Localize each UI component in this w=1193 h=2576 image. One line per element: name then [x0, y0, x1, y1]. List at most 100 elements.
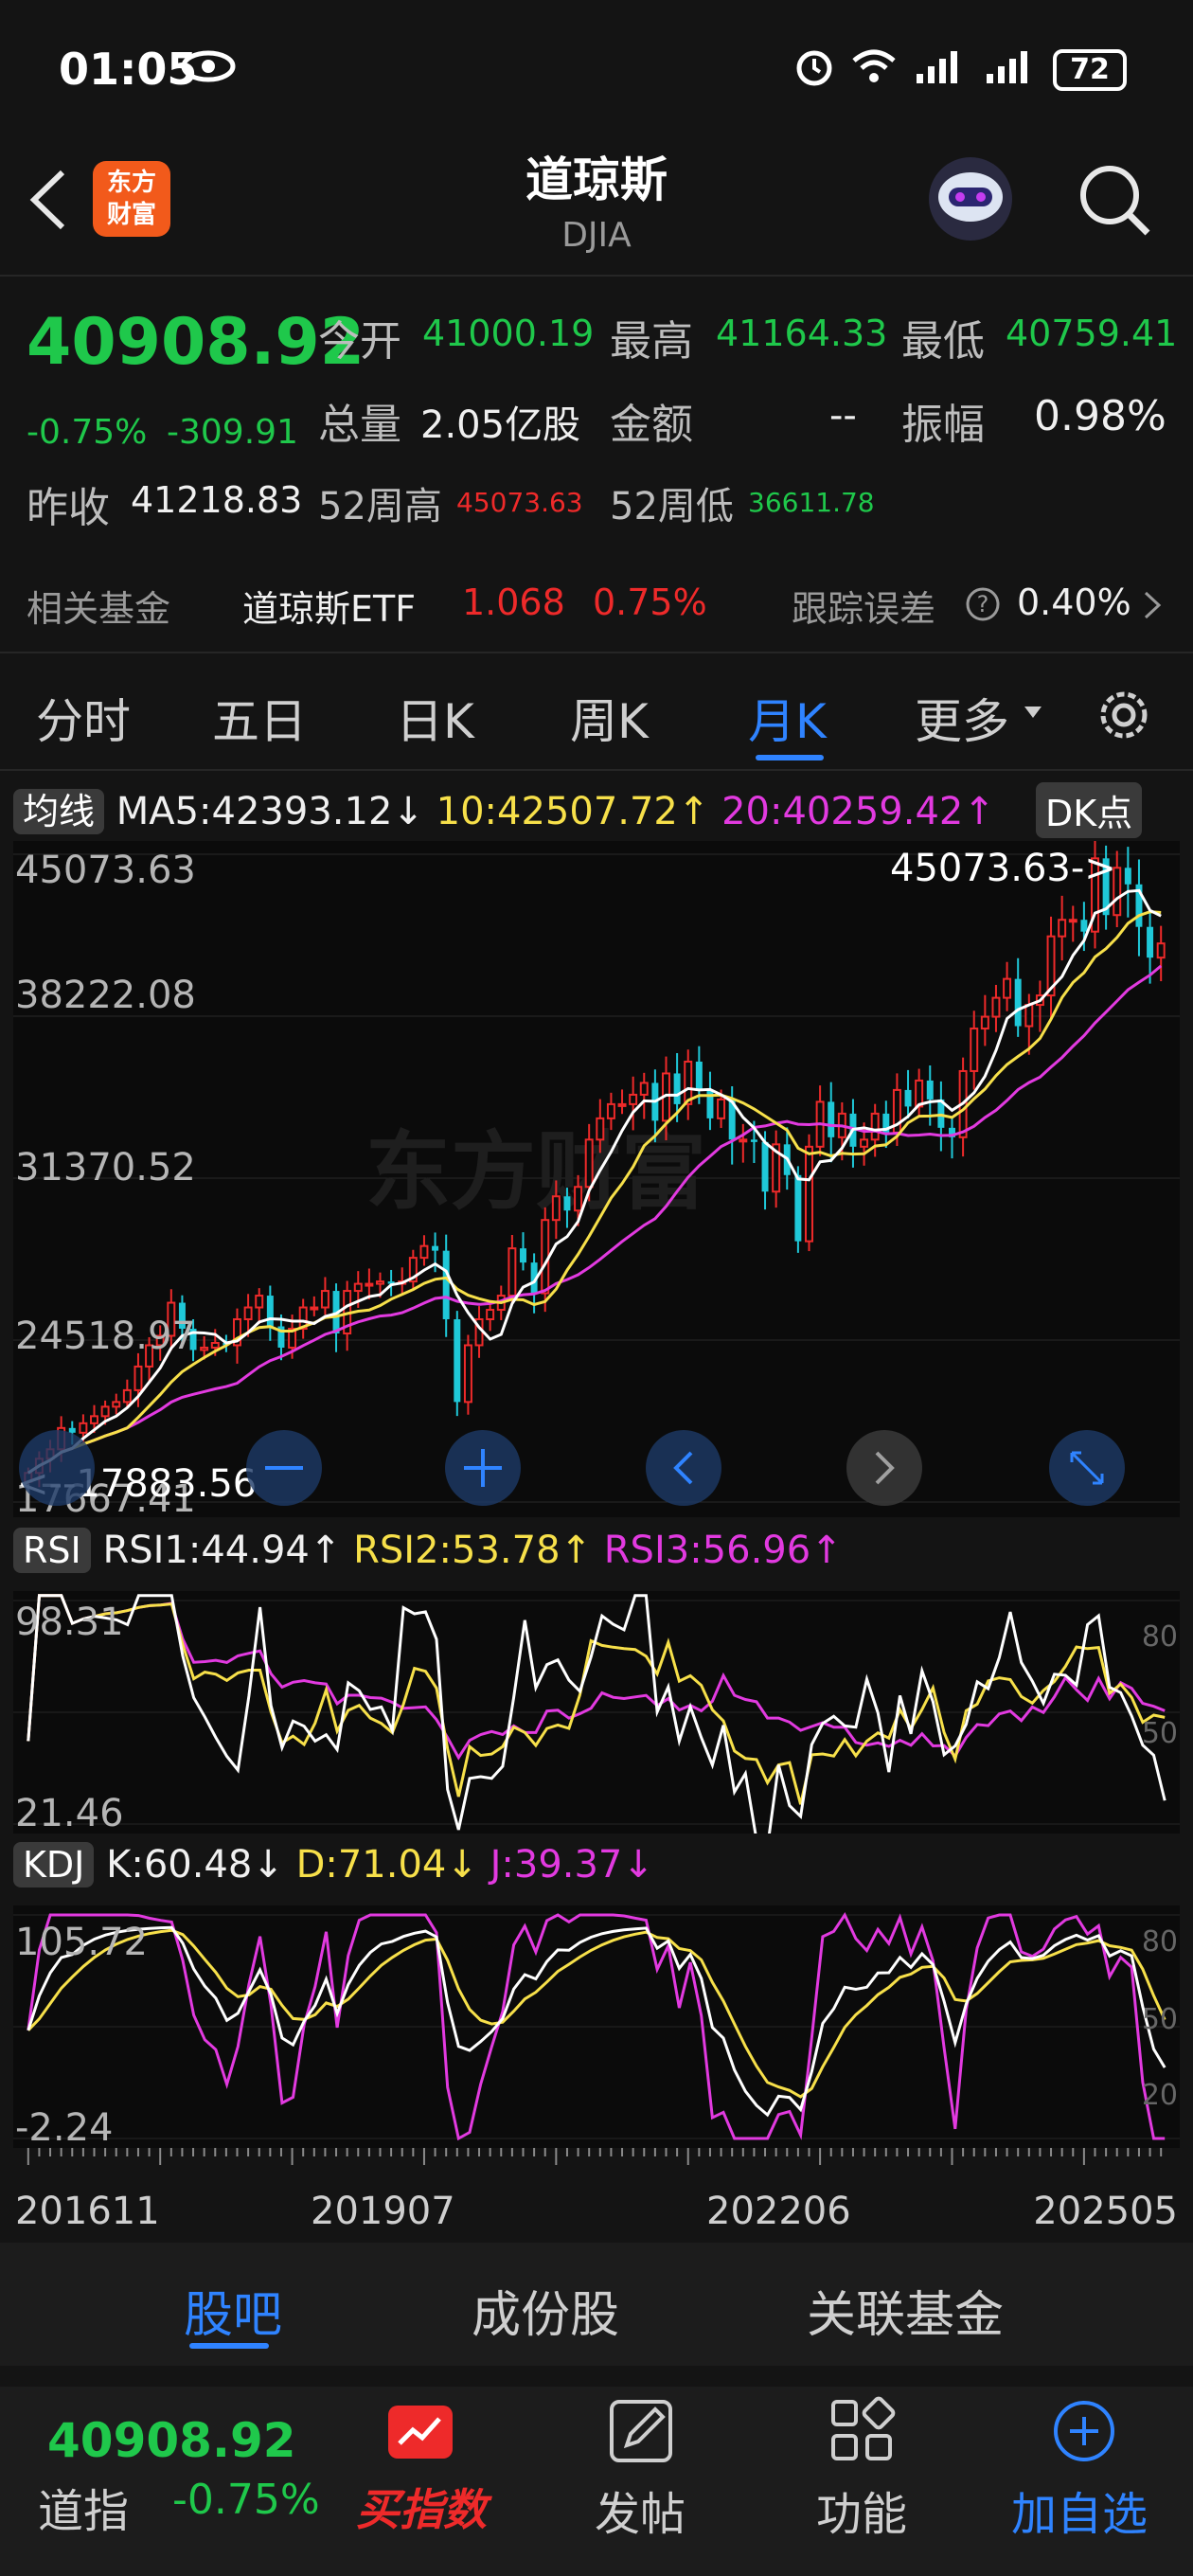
search-icon[interactable]	[1076, 161, 1155, 241]
dk-point-button[interactable]: DK点	[1036, 782, 1143, 838]
battery-indicator: 72	[1053, 49, 1127, 91]
ma-selector[interactable]: 均线	[13, 789, 105, 834]
candle-body	[454, 1319, 461, 1403]
x-label-1: 201611	[15, 2190, 160, 2233]
y-label-3: 31370.52	[15, 1146, 196, 1190]
candle-body	[904, 1089, 912, 1107]
amplitude-label: 振幅	[901, 401, 985, 449]
tab-monthly-k[interactable]: 月K	[748, 684, 827, 752]
candle-body	[860, 1138, 869, 1148]
kdj-legend-row: KDJ K:60.48↓ D:71.04↓ J:39.37↓	[13, 1842, 1187, 1887]
candle-body	[629, 1093, 638, 1105]
candle-body	[365, 1282, 374, 1287]
x-label-3: 202206	[706, 2190, 851, 2233]
kdj-50-label: 50	[1142, 2003, 1178, 2036]
candle-body	[541, 1219, 550, 1295]
active-bottom-tab-indicator	[189, 2343, 269, 2349]
tab-related-funds[interactable]: 关联基金	[807, 2275, 1004, 2346]
kdj-selector[interactable]: KDJ	[13, 1842, 95, 1887]
divider	[0, 769, 1193, 771]
amount-value: --	[829, 394, 857, 438]
footer-index-price[interactable]: 40908.92	[47, 2413, 296, 2468]
eye-icon	[181, 50, 236, 82]
candle-body	[717, 1098, 726, 1119]
kdj-j-value: J:39.37↓	[490, 1843, 654, 1887]
tracking-error-label: 跟踪误差	[792, 588, 936, 630]
fund-price: 1.068	[462, 581, 565, 623]
candle-body	[310, 1306, 319, 1311]
change-percent: -0.75%	[27, 413, 148, 452]
candle-body	[122, 1388, 132, 1404]
rsi-50-label: 50	[1142, 1717, 1178, 1750]
amount-label: 金额	[610, 401, 693, 449]
candle-body	[970, 1028, 979, 1072]
candle-body	[90, 1415, 98, 1424]
functions-grid-icon[interactable]	[828, 2396, 898, 2466]
open-value: 41000.19	[422, 313, 595, 354]
candle-body	[1080, 920, 1088, 932]
rsi-legend-row: RSI RSI1:44.94↑ RSI2:53.78↑ RSI3:56.96↑	[13, 1528, 1187, 1573]
tab-five-day[interactable]: 五日	[212, 684, 307, 752]
candle-body	[1024, 1004, 1034, 1028]
footer-index-name[interactable]: 道指	[38, 2474, 129, 2540]
y-label-max: 45073.63	[15, 849, 196, 892]
tab-weekly-k[interactable]: 周K	[570, 684, 649, 752]
functions-label[interactable]: 功能	[816, 2477, 907, 2543]
rsi-bottom-label: 21.46	[15, 1792, 124, 1834]
week52-low-value: 36611.78	[748, 487, 875, 518]
add-watchlist-label[interactable]: 加自选	[1011, 2477, 1148, 2543]
candle-body	[112, 1401, 121, 1408]
active-tab-indicator	[756, 755, 824, 760]
candle-body	[442, 1250, 450, 1320]
candle-body	[432, 1245, 439, 1251]
volume-label: 总量	[318, 401, 401, 449]
tracking-error-value: 0.40%	[1017, 581, 1131, 623]
scroll-right-icon[interactable]	[846, 1430, 922, 1506]
candle-body	[584, 1138, 594, 1189]
fund-name[interactable]: 道琼斯ETF	[242, 580, 416, 632]
tab-intraday[interactable]: 分时	[36, 684, 131, 752]
help-icon[interactable]: ?	[964, 585, 1002, 623]
buy-index-icon[interactable]	[384, 2402, 456, 2468]
week52-low-label: 52周低	[610, 485, 734, 528]
kdj-chart[interactable]: 105.72 -2.24 80 50 20	[13, 1905, 1180, 2148]
rsi-selector[interactable]: RSI	[13, 1528, 91, 1573]
candle-body	[1147, 926, 1154, 958]
candle-body	[739, 1138, 748, 1143]
add-watchlist-icon[interactable]	[1051, 2398, 1117, 2464]
tab-guba[interactable]: 股吧	[184, 2275, 282, 2346]
max-marker: 45073.63->	[890, 847, 1116, 890]
wifi-icon	[852, 49, 896, 82]
buy-index-label[interactable]: 买指数	[356, 2476, 487, 2538]
tab-constituents[interactable]: 成份股	[472, 2275, 619, 2346]
candle-body	[353, 1282, 363, 1293]
candlestick-chart[interactable]: 东方财富 45073.63 38222.08 31370.52 24518.97…	[13, 841, 1180, 1517]
rsi-chart[interactable]: 98.31 21.46 80 50	[13, 1591, 1180, 1834]
candle-body	[606, 1102, 615, 1119]
candle-body	[200, 1346, 209, 1351]
candle-body	[750, 1139, 757, 1142]
post-label[interactable]: 发帖	[595, 2477, 686, 2543]
y-label-2: 38222.08	[15, 974, 196, 1017]
candle-body	[486, 1309, 495, 1321]
candle-body	[828, 1101, 835, 1137]
settings-gear-icon[interactable]	[1091, 682, 1157, 748]
scroll-left-icon[interactable]	[646, 1430, 721, 1506]
x-label-2: 201907	[311, 2190, 455, 2233]
volume-value: 2.05亿股	[420, 403, 581, 447]
tab-daily-k[interactable]: 日K	[396, 684, 474, 752]
candle-body	[266, 1296, 274, 1327]
candle-body	[1156, 942, 1166, 959]
kdj-d-value: D:71.04↓	[295, 1843, 478, 1887]
footer-index-pct: -0.75%	[172, 2476, 320, 2524]
zoom-out-icon[interactable]	[19, 1430, 95, 1506]
ma10-value: 10:42507.72↑	[436, 790, 710, 833]
candle-body	[79, 1422, 88, 1434]
post-edit-icon[interactable]	[606, 2396, 676, 2466]
robot-assistant-icon[interactable]	[924, 152, 1017, 246]
candle-body	[1014, 978, 1022, 1027]
signal-icon-2	[987, 51, 1027, 83]
candle-body	[639, 1082, 649, 1096]
chevron-right-icon[interactable]	[1142, 589, 1165, 621]
tab-more[interactable]: 更多	[915, 684, 1009, 752]
